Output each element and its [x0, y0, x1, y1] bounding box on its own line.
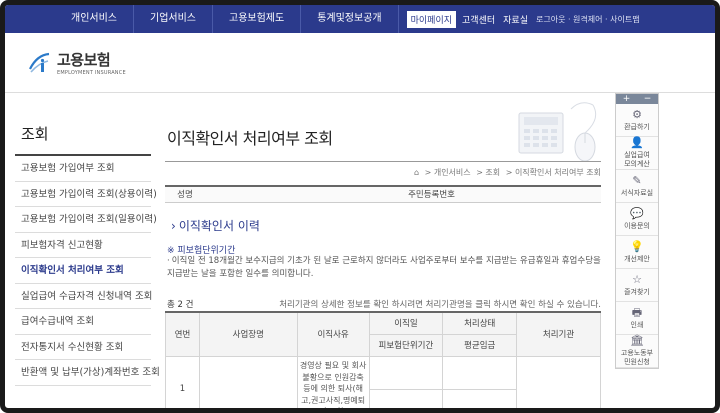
separation-history-table: 연번 사업장명 이직사유 이직일 처리상태 처리기관 피보험단위기간 평균임금 …	[165, 311, 601, 408]
sidebar: 조회 고용보험 가입여부 조회 고용보험 가입이력 조회(상용이력) 고용보험 …	[15, 113, 160, 386]
utility-menu: 마이페이지 고객센터 자료실 로그아웃 · 원격제어 · 사이트맵	[406, 5, 648, 33]
sidebar-item-separation[interactable]: 이직확인서 처리여부 조회	[15, 258, 151, 284]
header: 고용보험 EMPLOYMENT INSURANCE	[5, 33, 715, 93]
logo-icon	[27, 51, 53, 75]
title-divider	[165, 161, 601, 162]
col-agency: 처리기관	[516, 311, 601, 357]
table-row: 1 경영상 필요 및 회사불황으로 인원감축 등에 의한 퇴사(해고,권고사직,…	[165, 355, 601, 408]
nav-insurance-system[interactable]: 고용보험제도	[213, 5, 302, 33]
chevron-right-icon: ›	[171, 219, 176, 233]
col-period: 피보험단위기간	[368, 333, 444, 357]
data-room-link[interactable]: 자료실	[503, 13, 528, 26]
sidebar-item-qualification[interactable]: 피보험자격 신고현황	[15, 233, 151, 258]
quick-suggest[interactable]: 💡 개선제안	[616, 236, 658, 269]
col-status: 처리상태	[442, 311, 518, 335]
quick-moel[interactable]: 🏛 고용노동부 민원신청	[616, 335, 658, 368]
my-page-link[interactable]: 마이페이지	[406, 10, 457, 28]
browser-frame: 개인서비스 기업서비스 고용보험제도 통계및정보공개 마이페이지 고객센터 자료…	[0, 0, 720, 413]
insured-period-description: · 이직일 전 18개월간 보수지급의 기초가 된 날로 근로하지 않더라도 사업…	[167, 256, 601, 279]
col-separation-date: 이직일	[368, 311, 444, 335]
cell-company	[198, 355, 298, 408]
star-icon: ☆	[632, 272, 642, 286]
site-logo[interactable]: 고용보험 EMPLOYMENT INSURANCE	[27, 49, 126, 76]
quick-refund[interactable]: ⚙ 환급하기	[616, 104, 658, 137]
quick-menu: + − ⚙ 환급하기 👤 실업급여 모의계산 ✎ 서식자료실 💬 이용문의 💡 …	[615, 93, 659, 369]
table-header-row: 연번 사업장명 이직사유 이직일 처리상태 처리기관	[165, 311, 601, 357]
col-company: 사업장명	[198, 311, 298, 357]
sidebar-menu: 고용보험 가입여부 조회 고용보험 가입이력 조회(상용이력) 고용보험 가입이…	[15, 156, 160, 386]
col-no: 연번	[165, 311, 200, 357]
lightbulb-icon: 💡	[630, 239, 644, 253]
sidebar-item-history-regular[interactable]: 고용보험 가입이력 조회(상용이력)	[15, 182, 157, 207]
person-icon: 👤	[630, 136, 644, 149]
name-label: 성명	[177, 190, 193, 200]
sidebar-item-benefits[interactable]: 급여수급내역 조회	[15, 309, 151, 335]
cell-no: 1	[165, 355, 200, 408]
quick-calc[interactable]: 👤 실업급여 모의계산	[616, 137, 658, 170]
sidebar-item-enrollment[interactable]: 고용보험 가입여부 조회	[15, 156, 151, 182]
printer-icon: 🖶	[631, 305, 643, 319]
calculator-mouse-illustration	[518, 102, 597, 162]
nav-business-services[interactable]: 기업서비스	[134, 5, 213, 33]
cell-separation-date	[368, 355, 444, 390]
zoom-out-icon[interactable]: −	[644, 94, 652, 104]
agency-note: 처리기관의 상세한 정보를 확인 하시려면 처리기관명을 클릭 하시면 확인 하…	[279, 300, 601, 310]
breadcrumb-current: > 이직확인서 처리여부 조회	[505, 168, 601, 177]
zoom-in-icon[interactable]: +	[623, 94, 631, 104]
sidebar-item-notices[interactable]: 전자통지서 수신현황 조회	[15, 335, 151, 360]
cell-status	[442, 355, 518, 390]
breadcrumb: ⌂ > 개인서비스 > 조회 > 이직확인서 처리여부 조회	[411, 167, 601, 178]
sidebar-title: 조회	[15, 113, 151, 156]
breadcrumb-lookup[interactable]: > 조회	[476, 168, 500, 177]
sidebar-item-unemployment[interactable]: 실업급여 수급자격 신청내역 조회	[15, 284, 152, 309]
sidebar-item-refund-account[interactable]: 반환액 및 납부(가상)계좌번호 조회	[15, 360, 160, 386]
result-count: 총 2 건	[167, 300, 194, 310]
cell-reason: 경영상 필요 및 회사불황으로 인원감축 등에 의한 퇴사(해고,권고사직,명예…	[296, 355, 370, 408]
breadcrumb-personal[interactable]: > 개인서비스	[425, 168, 471, 177]
chat-icon: 💬	[630, 206, 644, 220]
quick-menu-header: + −	[616, 94, 658, 104]
building-icon: 🏛	[630, 334, 644, 347]
logo-text-en: EMPLOYMENT INSURANCE	[57, 70, 126, 76]
name-value	[205, 187, 355, 202]
section-heading: › 이직확인서 이력	[171, 219, 260, 233]
nav-statistics[interactable]: 통계및정보공개	[301, 5, 399, 33]
nav-personal-services[interactable]: 개인서비스	[5, 5, 134, 33]
user-info-bar: 성명 주민등록번호	[165, 185, 601, 203]
util-links[interactable]: 로그아웃 · 원격제어 · 사이트맵	[536, 14, 640, 25]
bullet-icon: ·	[167, 256, 170, 266]
col-avg-wage: 평균임금	[442, 333, 518, 357]
quick-forms[interactable]: ✎ 서식자료실	[616, 170, 658, 203]
quick-print[interactable]: 🖶 인쇄	[616, 302, 658, 335]
quick-favorite[interactable]: ☆ 즐겨찾기	[616, 269, 658, 302]
logo-text-ko: 고용보험	[57, 51, 111, 69]
col-reason: 이직사유	[296, 311, 370, 357]
page-title: 이직확인서 처리여부 조회	[167, 129, 333, 148]
pencil-icon: ✎	[632, 173, 642, 187]
home-icon[interactable]: ⌂	[414, 168, 419, 177]
top-nav: 개인서비스 기업서비스 고용보험제도 통계및정보공개 마이페이지 고객센터 자료…	[5, 5, 715, 33]
cell-avg-wage	[442, 388, 518, 408]
global-menu: 개인서비스 기업서비스 고용보험제도 통계및정보공개	[5, 5, 399, 33]
customer-center-link[interactable]: 고객센터	[462, 13, 495, 26]
quick-inquiry[interactable]: 💬 이용문의	[616, 203, 658, 236]
refund-icon: ⚙	[632, 107, 642, 121]
sidebar-item-history-daily[interactable]: 고용보험 가입이력 조회(일용이력)	[15, 207, 157, 233]
rrn-label: 주민등록번호	[408, 190, 455, 200]
cell-period	[368, 388, 444, 408]
cell-agency[interactable]	[516, 355, 601, 408]
